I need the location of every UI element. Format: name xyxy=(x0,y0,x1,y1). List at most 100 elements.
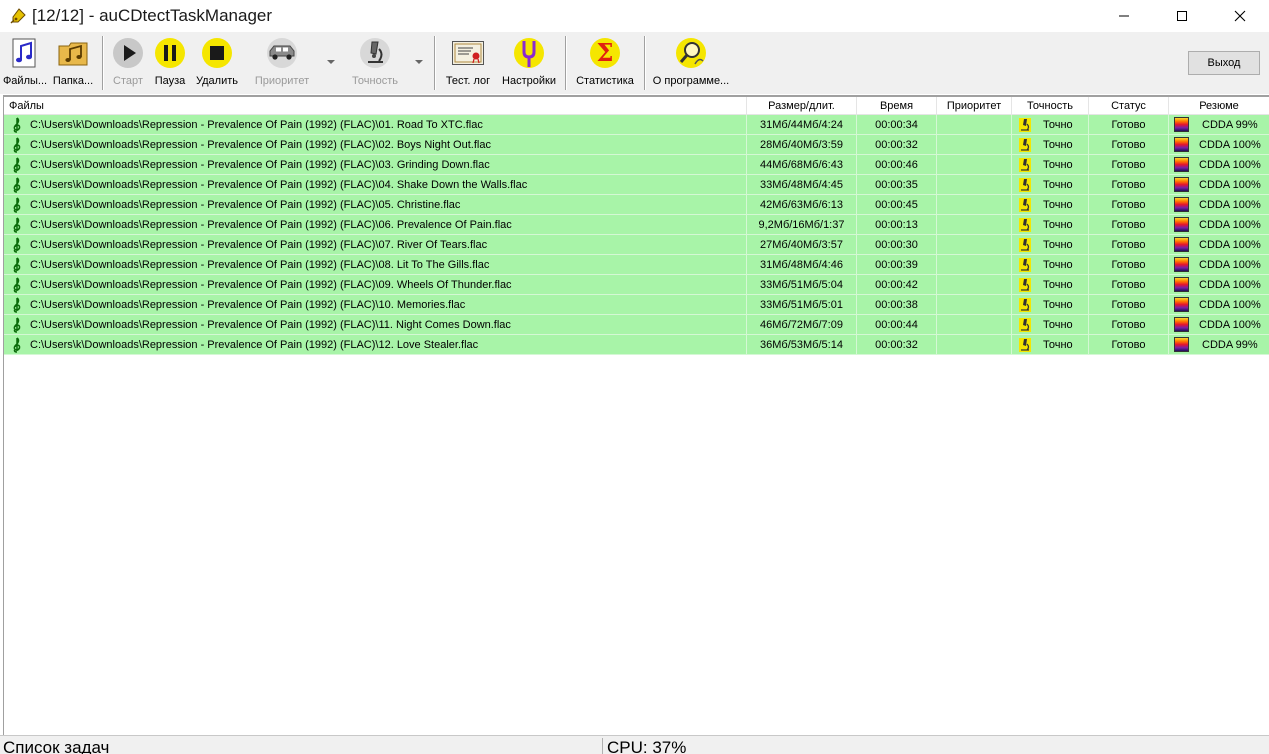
microscope-small-icon xyxy=(1019,277,1031,292)
statistics-button[interactable]: Σ Статистика xyxy=(573,36,637,92)
summary-text: CDDA 100% xyxy=(1199,258,1261,271)
spectrogram-icon xyxy=(1174,337,1189,352)
priority-button[interactable]: Приоритет xyxy=(252,36,312,92)
accuracy-text: Точно xyxy=(1043,138,1073,151)
table-row[interactable]: C:\Users\k\Downloads\Repression - Preval… xyxy=(4,135,1269,155)
accuracy-label: Точность xyxy=(352,75,398,87)
files-button[interactable]: Файлы... xyxy=(2,36,48,92)
accuracy-button[interactable]: Точность xyxy=(348,36,402,92)
cell-size: 46Мб/72Мб/7:09 xyxy=(747,315,857,335)
cell-size: 33Мб/51Мб/5:01 xyxy=(747,295,857,315)
about-button[interactable]: О программе... xyxy=(652,36,730,92)
table-row[interactable]: C:\Users\k\Downloads\Repression - Preval… xyxy=(4,275,1269,295)
cell-status: Готово xyxy=(1089,335,1169,355)
table-row[interactable]: C:\Users\k\Downloads\Repression - Preval… xyxy=(4,255,1269,275)
cell-time: 00:00:38 xyxy=(857,295,937,315)
toolbar-separator xyxy=(434,36,435,90)
table-row[interactable]: C:\Users\k\Downloads\Repression - Preval… xyxy=(4,115,1269,135)
car-icon xyxy=(265,36,299,70)
cell-summary: CDDA 100% xyxy=(1169,215,1269,235)
settings-label: Настройки xyxy=(502,75,556,87)
cell-accuracy: Точно xyxy=(1012,275,1089,295)
table-row[interactable]: C:\Users\k\Downloads\Repression - Preval… xyxy=(4,155,1269,175)
table-row[interactable]: C:\Users\k\Downloads\Repression - Preval… xyxy=(4,235,1269,255)
table-row[interactable]: C:\Users\k\Downloads\Repression - Preval… xyxy=(4,195,1269,215)
toolbar-separator xyxy=(102,36,103,90)
files-label: Файлы... xyxy=(2,75,48,87)
toolbar-separator xyxy=(644,36,645,90)
cell-priority xyxy=(937,335,1012,355)
microscope-small-icon xyxy=(1019,117,1031,132)
accuracy-dropdown-arrow[interactable] xyxy=(415,60,423,64)
cell-summary: CDDA 100% xyxy=(1169,195,1269,215)
start-label: Старт xyxy=(113,75,143,87)
cell-accuracy: Точно xyxy=(1012,295,1089,315)
priority-dropdown-arrow[interactable] xyxy=(327,60,335,64)
list-header: Файлы Размер/длит. Время Приоритет Точно… xyxy=(4,97,1269,115)
test-log-button[interactable]: Тест. лог xyxy=(442,36,494,92)
spectrogram-icon xyxy=(1174,137,1189,152)
cell-priority xyxy=(937,195,1012,215)
accuracy-text: Точно xyxy=(1043,178,1073,191)
cell-accuracy: Точно xyxy=(1012,335,1089,355)
maximize-button[interactable] xyxy=(1153,0,1211,32)
close-button[interactable] xyxy=(1211,0,1269,32)
microscope-small-icon xyxy=(1019,137,1031,152)
cell-file: C:\Users\k\Downloads\Repression - Preval… xyxy=(4,295,747,315)
delete-button[interactable]: Удалить xyxy=(194,36,240,92)
table-row[interactable]: C:\Users\k\Downloads\Repression - Preval… xyxy=(4,295,1269,315)
cell-accuracy: Точно xyxy=(1012,135,1089,155)
minimize-button[interactable] xyxy=(1095,0,1153,32)
treble-clef-icon xyxy=(13,256,21,273)
table-row[interactable]: C:\Users\k\Downloads\Repression - Preval… xyxy=(4,315,1269,335)
cell-accuracy: Точно xyxy=(1012,115,1089,135)
summary-text: CDDA 100% xyxy=(1199,138,1261,151)
column-header-summary[interactable]: Резюме xyxy=(1169,97,1269,115)
file-path: C:\Users\k\Downloads\Repression - Preval… xyxy=(30,238,488,251)
cell-size: 33Мб/51Мб/5:04 xyxy=(747,275,857,295)
cell-status: Готово xyxy=(1089,175,1169,195)
cell-file: C:\Users\k\Downloads\Repression - Preval… xyxy=(4,155,747,175)
summary-text: CDDA 100% xyxy=(1199,218,1261,231)
column-header-accuracy[interactable]: Точность xyxy=(1012,97,1089,115)
task-list[interactable]: Файлы Размер/длит. Время Приоритет Точно… xyxy=(3,95,1269,735)
accuracy-text: Точно xyxy=(1043,318,1073,331)
folder-button[interactable]: Папка... xyxy=(51,36,95,92)
column-header-priority[interactable]: Приоритет xyxy=(937,97,1012,115)
pause-label: Пауза xyxy=(154,75,186,87)
play-icon xyxy=(111,36,145,70)
file-path: C:\Users\k\Downloads\Repression - Preval… xyxy=(30,318,511,331)
microscope-small-icon xyxy=(1019,197,1031,212)
pause-icon xyxy=(153,36,187,70)
pause-button[interactable]: Пауза xyxy=(151,36,189,92)
cell-size: 33Мб/48Мб/4:45 xyxy=(747,175,857,195)
cell-summary: CDDA 100% xyxy=(1169,135,1269,155)
music-note-doc-icon xyxy=(8,36,42,70)
start-button[interactable]: Старт xyxy=(108,36,148,92)
column-header-size[interactable]: Размер/длит. xyxy=(747,97,857,115)
table-row[interactable]: C:\Users\k\Downloads\Repression - Preval… xyxy=(4,215,1269,235)
settings-button[interactable]: Настройки xyxy=(500,36,558,92)
window-title: [12/12] - auCDtectTaskManager xyxy=(32,6,273,25)
tuning-fork-icon xyxy=(512,36,546,70)
summary-text: CDDA 99% xyxy=(1202,338,1258,351)
table-row[interactable]: C:\Users\k\Downloads\Repression - Preval… xyxy=(4,335,1269,355)
exit-button[interactable]: Выход xyxy=(1188,51,1260,75)
app-pen-nib-icon xyxy=(10,8,26,24)
treble-clef-icon xyxy=(13,276,21,293)
cell-status: Готово xyxy=(1089,215,1169,235)
cell-time: 00:00:42 xyxy=(857,275,937,295)
column-header-status[interactable]: Статус xyxy=(1089,97,1169,115)
cell-status: Готово xyxy=(1089,135,1169,155)
column-header-files[interactable]: Файлы xyxy=(4,97,747,115)
column-header-time[interactable]: Время xyxy=(857,97,937,115)
summary-text: CDDA 99% xyxy=(1202,118,1258,131)
spectrogram-icon xyxy=(1174,317,1189,332)
table-row[interactable]: C:\Users\k\Downloads\Repression - Preval… xyxy=(4,175,1269,195)
file-path: C:\Users\k\Downloads\Repression - Preval… xyxy=(30,218,512,231)
file-path: C:\Users\k\Downloads\Repression - Preval… xyxy=(30,278,512,291)
summary-text: CDDA 100% xyxy=(1199,298,1261,311)
cell-priority xyxy=(937,175,1012,195)
spectrogram-icon xyxy=(1174,197,1189,212)
microscope-small-icon xyxy=(1019,157,1031,172)
